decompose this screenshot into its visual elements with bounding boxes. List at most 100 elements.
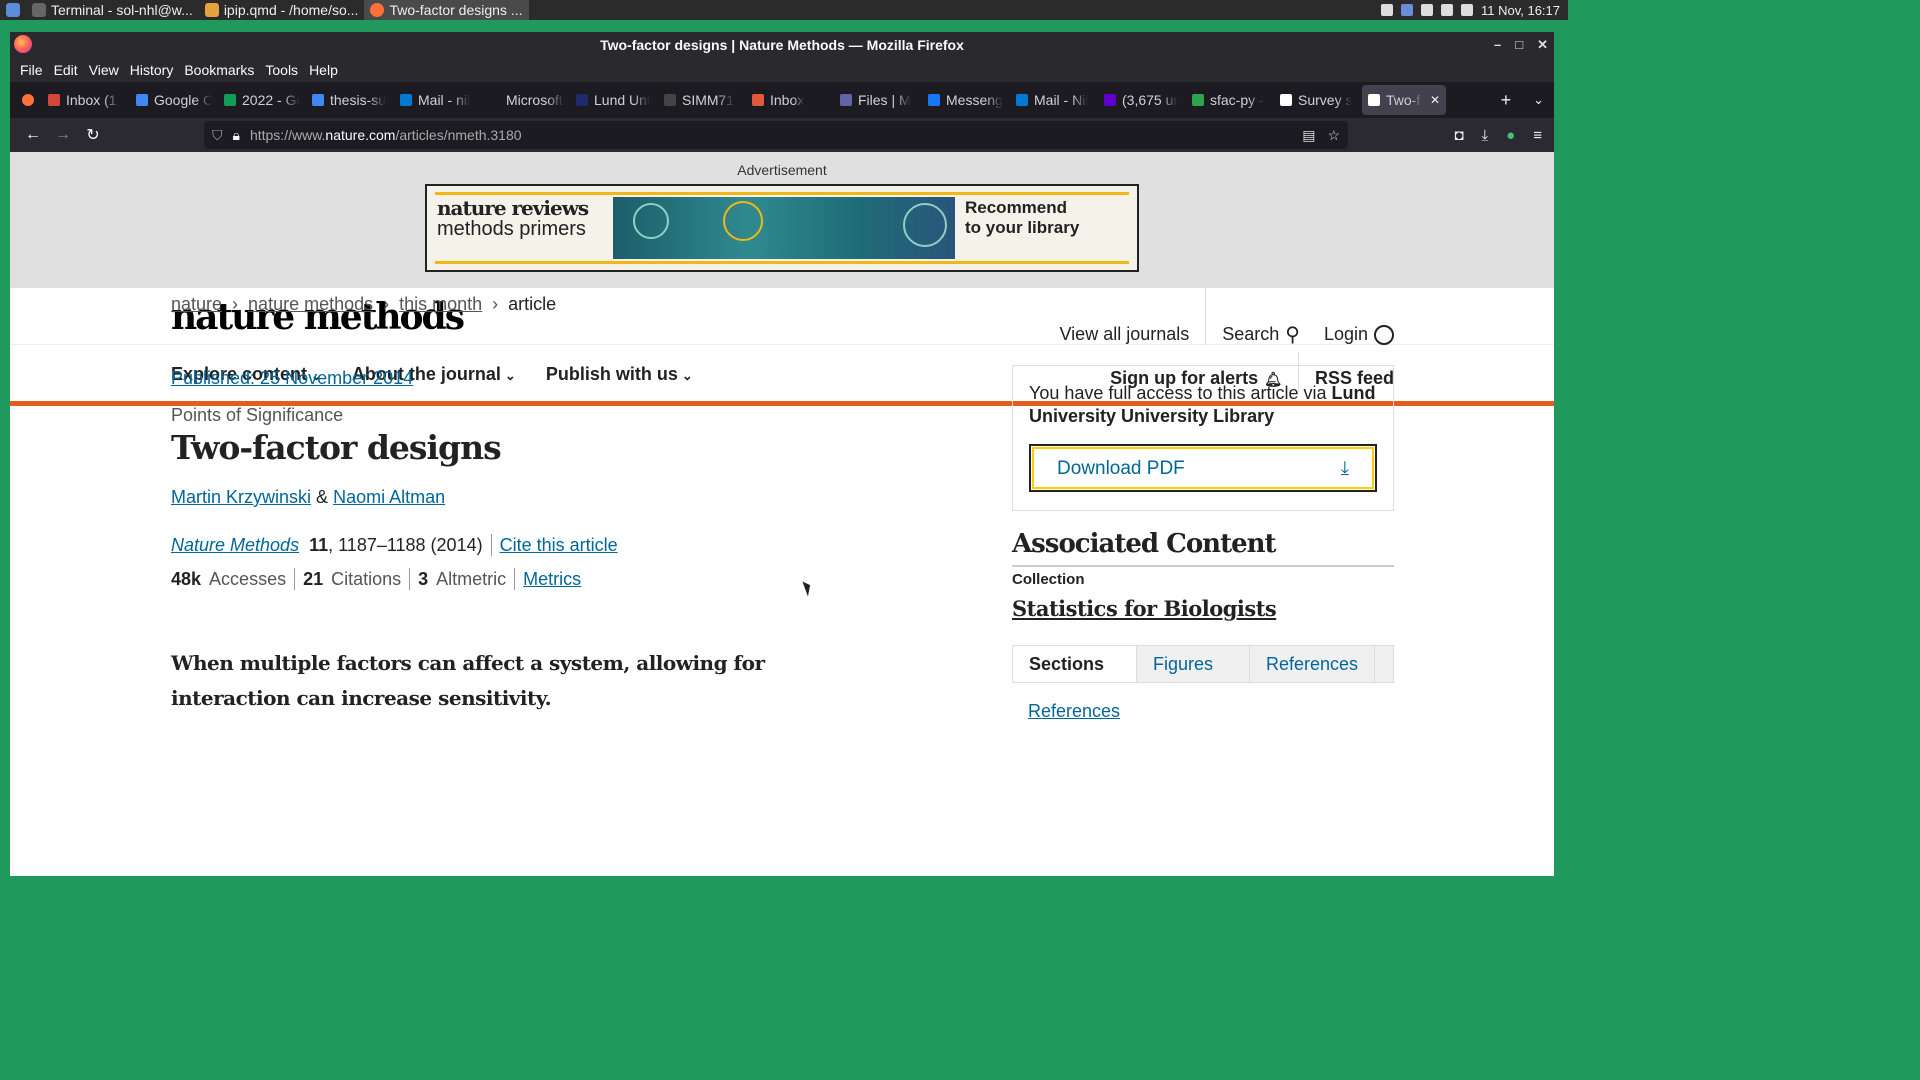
browser-tab[interactable]: Mail - nil: [394, 85, 482, 115]
tab-close-icon[interactable]: ✕: [1430, 93, 1440, 107]
search-label: Search: [1222, 324, 1280, 344]
forward-icon[interactable]: →: [48, 126, 78, 144]
ad-banner[interactable]: nature reviews methods primers Recommend…: [425, 184, 1139, 272]
browser-tab[interactable]: thesis-su: [306, 85, 394, 115]
volume-icon[interactable]: [1460, 4, 1473, 16]
menu-help[interactable]: Help: [309, 62, 338, 78]
network-icon[interactable]: [1420, 4, 1433, 16]
menu-history[interactable]: History: [130, 62, 174, 78]
search-button[interactable]: Search ⚲: [1222, 322, 1300, 347]
volume: 11: [309, 534, 329, 555]
battery-icon[interactable]: [1440, 4, 1453, 16]
close-icon[interactable]: ✕: [1537, 37, 1548, 53]
tab-sections[interactable]: Sections: [1013, 646, 1137, 682]
browser-tab[interactable]: Files | M: [834, 85, 922, 115]
firefox-view-tab[interactable]: [16, 85, 42, 115]
associated-content-heading: Associated Content: [1012, 529, 1394, 567]
url-domain: nature.com: [325, 127, 396, 143]
hamburger-menu-icon[interactable]: ≡: [1533, 127, 1542, 144]
taskbar-item-firefox[interactable]: Two-factor designs ...: [364, 0, 529, 20]
tab-bar: Inbox (1, Google C 2022 - Gc thesis-su Mail …: [10, 82, 1554, 118]
browser-tab[interactable]: sfac-py -: [1186, 85, 1274, 115]
notification-icon[interactable]: [1380, 4, 1393, 16]
url-bar[interactable]: ⛉ 🔒︎ https://www.nature.com/articles/nme…: [204, 121, 1348, 149]
divider: [490, 534, 492, 556]
tab-favicon-icon: [488, 94, 500, 106]
clock[interactable]: 11 Nov, 16:17: [1481, 3, 1560, 18]
references-link[interactable]: References: [1028, 701, 1394, 722]
download-pdf-label: Download PDF: [1057, 457, 1185, 479]
taskbar-item-terminal[interactable]: Terminal - sol-nhl@w...: [26, 0, 199, 20]
browser-tab[interactable]: Google C: [130, 85, 218, 115]
breadcrumb-nature-methods[interactable]: nature methods: [248, 294, 373, 315]
browser-tab[interactable]: Inbox (1,: [42, 85, 130, 115]
bluetooth-icon[interactable]: [1400, 4, 1413, 16]
author-link[interactable]: Martin Krzywinski: [171, 487, 311, 507]
collection-label: Collection: [1012, 571, 1085, 588]
browser-tab[interactable]: Mail - Nil: [1010, 85, 1098, 115]
navigation-toolbar: ← → ↻ ⛉ 🔒︎ https://www.nature.com/articl…: [10, 118, 1554, 152]
menu-view[interactable]: View: [89, 62, 119, 78]
browser-tab[interactable]: 2022 - Gc: [218, 85, 306, 115]
article-series: Points of Significance: [171, 405, 344, 425]
tab-label: thesis-su: [330, 92, 387, 108]
breadcrumb-nature[interactable]: nature: [171, 294, 222, 315]
maximize-icon[interactable]: □: [1515, 37, 1523, 52]
tab-label: Mail - Nil: [1034, 92, 1089, 108]
reader-view-icon[interactable]: ▤: [1302, 127, 1315, 144]
browser-tab[interactable]: (3,675 ur: [1098, 85, 1186, 115]
browser-tab[interactable]: Lund Uni: [570, 85, 658, 115]
search-icon: ⚲: [1285, 324, 1300, 346]
journal-link[interactable]: Nature Methods: [171, 535, 299, 555]
menu-file[interactable]: File: [20, 62, 43, 78]
taskbar-item-editor[interactable]: ipip.qmd - /home/so...: [199, 0, 365, 20]
lock-icon[interactable]: 🔒︎: [233, 127, 240, 144]
tracking-protection-icon[interactable]: ⛉: [212, 127, 223, 144]
browser-tab[interactable]: Messeng: [922, 85, 1010, 115]
window-titlebar: Two-factor designs | Nature Methods — Mo…: [10, 32, 1554, 57]
tab-label: SIMM71: [682, 92, 735, 108]
menu-tools[interactable]: Tools: [265, 62, 298, 78]
pocket-icon[interactable]: ◘: [1454, 127, 1463, 144]
bookmark-star-icon[interactable]: ☆: [1327, 127, 1340, 144]
browser-tab[interactable]: Inbox: [746, 85, 834, 115]
tab-label: Messeng: [946, 92, 1003, 108]
reload-icon[interactable]: ↻: [78, 125, 108, 145]
user-icon: [1374, 324, 1394, 345]
view-all-journals-link[interactable]: View all journals: [1060, 324, 1190, 345]
metrics-link[interactable]: Metrics: [523, 569, 581, 590]
tab-figures[interactable]: Figures: [1137, 646, 1250, 682]
downloads-icon[interactable]: ⤓: [1482, 127, 1489, 144]
url-prefix: https://www.: [249, 127, 326, 143]
firefox-view-icon: [22, 94, 34, 106]
tab-favicon-icon: [48, 94, 60, 106]
extension-icon[interactable]: ●: [1506, 127, 1515, 144]
tab-favicon-icon: [664, 94, 676, 106]
download-pdf-button[interactable]: Download PDF ⤓: [1029, 444, 1377, 492]
tab-references[interactable]: References: [1250, 646, 1376, 682]
author-link[interactable]: Naomi Altman: [333, 487, 445, 507]
list-all-tabs-icon[interactable]: ⌄: [1533, 92, 1544, 108]
minimize-icon[interactable]: –: [1494, 37, 1501, 52]
cite-this-article-link[interactable]: Cite this article: [500, 535, 618, 556]
browser-tab[interactable]: Survey s: [1274, 85, 1362, 115]
published-date-link[interactable]: Published: 25 November 2014: [171, 368, 871, 389]
tab-favicon-icon: [1280, 94, 1292, 106]
os-menu-button[interactable]: [0, 0, 26, 20]
taskbar-label: Terminal - sol-nhl@w...: [51, 2, 193, 18]
author-list: Martin Krzywinski & Naomi Altman: [171, 487, 871, 508]
author-separator: &: [316, 487, 329, 507]
breadcrumb-this-month[interactable]: this month: [399, 294, 482, 315]
menu-bookmarks[interactable]: Bookmarks: [184, 62, 254, 78]
access-text: You have full access to this article via: [1029, 383, 1332, 403]
window-title: Two-factor designs | Nature Methods — Mo…: [600, 36, 964, 53]
browser-tab[interactable]: SIMM71: [658, 85, 746, 115]
new-tab-icon[interactable]: +: [1501, 90, 1512, 111]
browser-tab[interactable]: Two-fa ✕: [1362, 85, 1446, 115]
menu-edit[interactable]: Edit: [54, 62, 78, 78]
login-button[interactable]: Login: [1324, 324, 1394, 345]
url-text[interactable]: https://www.nature.com/articles/nmeth.31…: [250, 127, 522, 143]
collection-link[interactable]: Statistics for Biologists: [1012, 596, 1394, 621]
back-icon[interactable]: ←: [18, 126, 48, 144]
browser-tab[interactable]: Microsoft W: [482, 85, 570, 115]
